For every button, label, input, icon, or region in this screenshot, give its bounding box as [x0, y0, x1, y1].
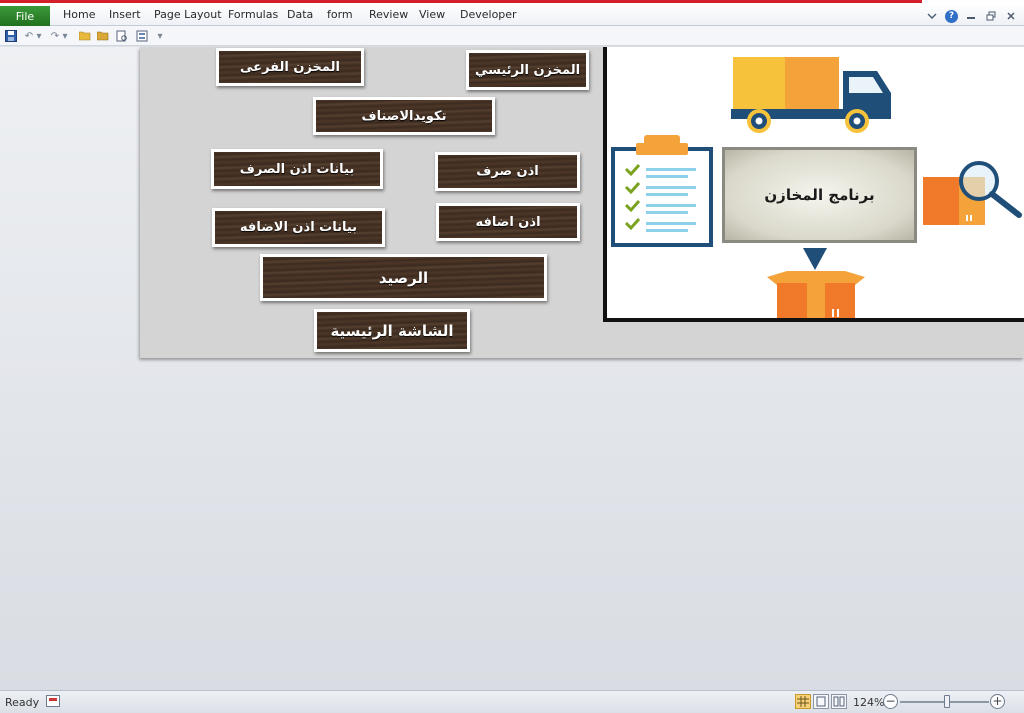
tab-data[interactable]: Data	[287, 8, 313, 21]
title-accent-bar	[0, 0, 922, 3]
truck-icon	[731, 57, 891, 133]
page-layout-view-icon[interactable]	[813, 694, 829, 709]
status-ready-text: Ready	[5, 696, 40, 709]
save-icon[interactable]	[4, 29, 18, 43]
tab-formulas[interactable]: Formulas	[228, 8, 278, 21]
warehouse-picture[interactable]: برنامج المخازن	[603, 47, 1024, 322]
restore-window-icon[interactable]	[984, 9, 998, 23]
zoom-out-icon[interactable]: −	[883, 694, 898, 709]
page-break-preview-icon[interactable]	[831, 694, 847, 709]
redo-icon[interactable]: ↷	[48, 29, 62, 43]
tab-form[interactable]: form	[327, 8, 353, 21]
open-box-icon	[767, 271, 865, 318]
window-controls: ?	[925, 8, 1018, 24]
tab-developer[interactable]: Developer	[460, 8, 517, 21]
main-store-button[interactable]: المخزن الرئيسي	[466, 50, 589, 90]
minimize-window-icon[interactable]	[964, 9, 978, 23]
redo-dropdown-icon[interactable]: ▾	[61, 29, 69, 43]
program-title-box: برنامج المخازن	[722, 147, 917, 243]
quick-access-toolbar: ↶ ▾ ↷ ▾ ▾	[0, 26, 1024, 46]
clipboard-checklist-icon	[611, 135, 713, 247]
item-coding-button[interactable]: تكويدالاصناف	[313, 97, 495, 135]
tab-page-layout[interactable]: Page Layout	[154, 8, 222, 21]
undo-icon[interactable]: ↶	[22, 29, 36, 43]
add-permit-button[interactable]: اذن اضافه	[436, 203, 580, 241]
add-permit-data-button[interactable]: بيانات اذن الاضافه	[212, 208, 385, 247]
open-folder-icon[interactable]	[78, 29, 92, 43]
form-icon[interactable]	[135, 29, 149, 43]
tab-insert[interactable]: Insert	[109, 8, 141, 21]
sub-store-button[interactable]: المخزن الفرعى	[216, 48, 364, 86]
folder-icon[interactable]	[96, 29, 110, 43]
home-screen-button[interactable]: الشاشة الرئيسية	[314, 309, 470, 352]
normal-view-icon[interactable]	[795, 694, 811, 709]
zoom-slider-thumb[interactable]	[944, 695, 950, 708]
tab-file[interactable]: File	[0, 6, 50, 27]
zoom-level[interactable]: 124%	[853, 696, 884, 709]
tab-review[interactable]: Review	[369, 8, 408, 21]
zoom-in-icon[interactable]: +	[990, 694, 1005, 709]
issue-permit-data-button[interactable]: بيانات اذن الصرف	[211, 149, 383, 189]
status-bar: Ready 124% − +	[0, 690, 1024, 713]
help-icon[interactable]: ?	[945, 9, 958, 23]
undo-dropdown-icon[interactable]: ▾	[35, 29, 43, 43]
print-preview-icon[interactable]	[115, 29, 129, 43]
ribbon-tab-bar: File Home Insert Page Layout Formulas Da…	[0, 4, 1024, 27]
issue-permit-button[interactable]: اذن صرف	[435, 152, 580, 191]
magnifier-box-icon	[923, 161, 1022, 225]
close-window-icon[interactable]	[1004, 9, 1018, 23]
tab-view[interactable]: View	[419, 8, 445, 21]
balance-button[interactable]: الرصيد	[260, 254, 547, 301]
tab-home[interactable]: Home	[63, 8, 95, 21]
customize-toolbar-icon[interactable]: ▾	[155, 29, 165, 43]
macro-recording-icon[interactable]	[46, 695, 60, 707]
program-title: برنامج المخازن	[764, 186, 875, 204]
ribbon-minimize-icon[interactable]	[925, 9, 939, 23]
